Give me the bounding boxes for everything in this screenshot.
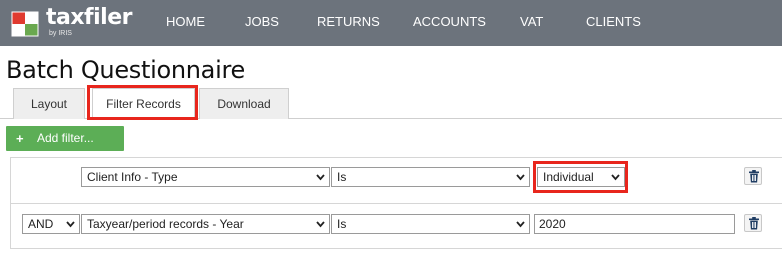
trash-icon (749, 170, 759, 183)
nav-item-jobs[interactable]: JOBS (245, 0, 279, 46)
chevron-down-icon (611, 174, 620, 181)
filter-2-value-input[interactable]: 2020 (534, 214, 735, 234)
tab-layout[interactable]: Layout (13, 88, 85, 119)
add-filter-button[interactable]: + Add filter... (6, 126, 124, 151)
taxfiler-logo[interactable]: taxfiler by IRIS (8, 5, 148, 41)
filter-1-field-select[interactable]: Client Info - Type (81, 167, 330, 187)
filter-rows-bottom-border (10, 248, 782, 249)
logo-text: taxfiler (46, 5, 132, 30)
chevron-down-icon (66, 221, 75, 228)
add-filter-label: Add filter... (37, 131, 94, 145)
nav-item-home[interactable]: HOME (166, 0, 205, 46)
chevron-down-icon (516, 174, 525, 181)
filter-1-value: Individual (543, 170, 594, 184)
nav-item-returns[interactable]: RETURNS (317, 0, 380, 46)
filter-2-field-select[interactable]: Taxyear/period records - Year (81, 214, 330, 234)
filter-1-value-select[interactable]: Individual (537, 167, 625, 187)
top-navigation-bar: taxfiler by IRIS HOME JOBS RETURNS ACCOU… (0, 0, 782, 46)
filter-2-operator-value: Is (337, 217, 347, 231)
filter-rows-left-border (10, 157, 11, 248)
taxfiler-logo-icon (11, 11, 39, 37)
filter-2-operator-select[interactable]: Is (331, 214, 530, 234)
nav-item-clients[interactable]: CLIENTS (586, 0, 641, 46)
filter-1-delete-button[interactable] (744, 167, 762, 185)
plus-icon: + (16, 131, 24, 146)
tab-download[interactable]: Download (199, 88, 289, 119)
filter-1-operator-select[interactable]: Is (331, 167, 530, 187)
filter-row-2-border (10, 203, 782, 204)
filter-row-1-border (10, 157, 782, 158)
filter-1-field-value: Client Info - Type (87, 170, 178, 184)
nav-item-vat[interactable]: VAT (520, 0, 543, 46)
tab-filter-records[interactable]: Filter Records (92, 88, 195, 119)
filter-2-delete-button[interactable] (744, 214, 762, 232)
chevron-down-icon (316, 221, 325, 228)
chevron-down-icon (516, 221, 525, 228)
filter-2-connector-value: AND (28, 217, 54, 231)
page-title: Batch Questionnaire (6, 56, 245, 84)
filter-2-connector-select[interactable]: AND (22, 214, 80, 234)
filter-1-operator-value: Is (337, 170, 347, 184)
nav-item-accounts[interactable]: ACCOUNTS (413, 0, 486, 46)
logo-subtext: by IRIS (49, 30, 72, 37)
trash-icon (749, 217, 759, 230)
filter-2-field-value: Taxyear/period records - Year (87, 217, 244, 231)
chevron-down-icon (316, 174, 325, 181)
